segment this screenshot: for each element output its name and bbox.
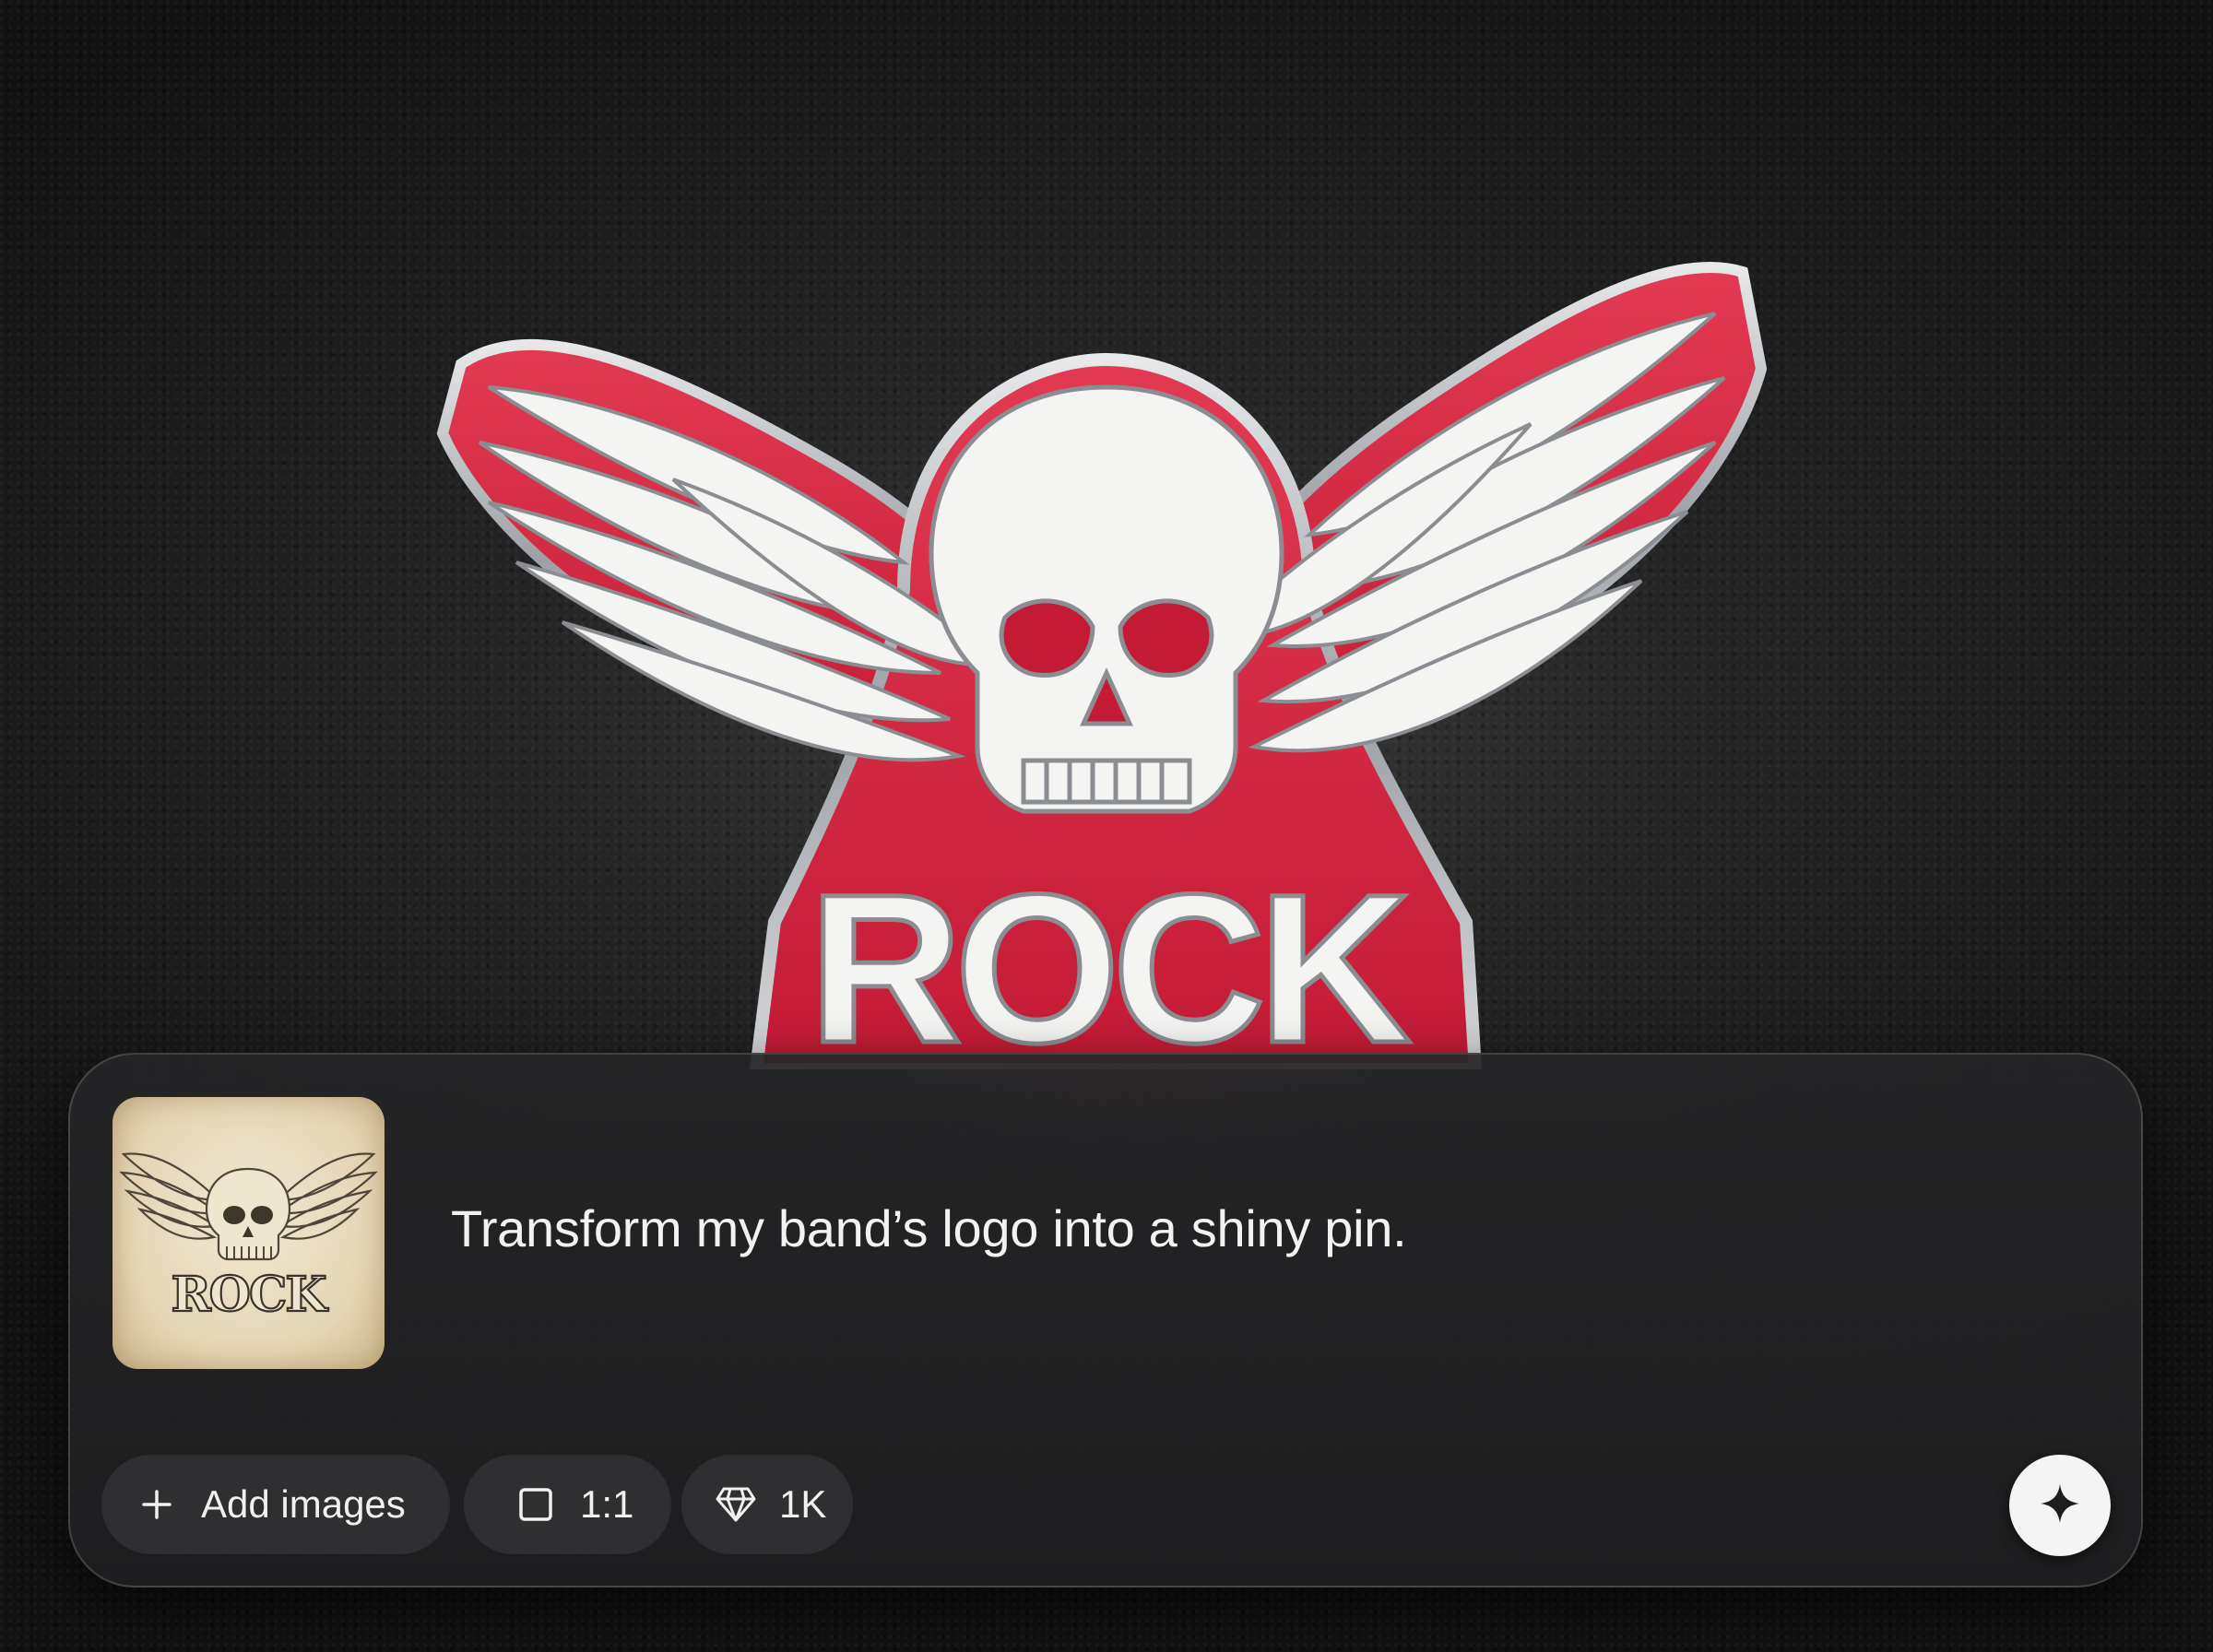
sparkle-icon — [2039, 1482, 2081, 1529]
resolution-label: 1K — [779, 1482, 827, 1526]
resolution-button[interactable]: 1K — [681, 1455, 853, 1554]
plus-icon — [138, 1486, 175, 1523]
add-images-label: Add images — [201, 1482, 406, 1526]
thumbnail-rock-text: ROCK — [171, 1267, 328, 1323]
pin-rock-lettering: ROCK — [809, 850, 1409, 1069]
prompt-text[interactable]: Transform my band’s logo into a shiny pi… — [451, 1198, 1407, 1258]
aspect-ratio-button[interactable]: 1:1 — [464, 1455, 671, 1554]
reference-image-thumbnail[interactable]: ROCK — [112, 1097, 385, 1369]
square-aspect-icon — [517, 1486, 554, 1523]
generate-button[interactable] — [2009, 1455, 2111, 1556]
aspect-ratio-label: 1:1 — [580, 1482, 634, 1526]
add-images-button[interactable]: Add images — [101, 1455, 450, 1554]
sketch-logo-image: ROCK — [119, 1152, 378, 1324]
diamond-icon — [715, 1486, 757, 1523]
generated-pin-image: ROCK — [436, 261, 1768, 1069]
